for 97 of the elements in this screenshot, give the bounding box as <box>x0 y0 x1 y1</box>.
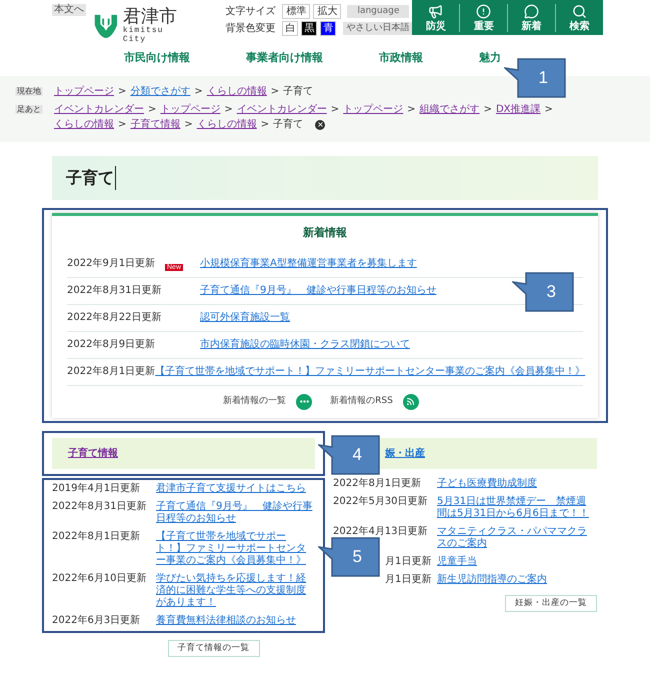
separator-text: > <box>544 103 553 117</box>
article-link[interactable]: 君津市子育て支援サイトはこちら <box>156 482 314 494</box>
article-link[interactable]: 学びたい気持ちを応援します！経済的に困難な学生等への支援制度があります！ <box>156 572 314 608</box>
rss-link[interactable]: 新着情報のRSS <box>330 394 419 410</box>
separator-text: > <box>184 118 193 132</box>
current-page-text: 子育て <box>283 84 314 99</box>
news-title: 新着情報 <box>302 225 348 241</box>
close-icon <box>316 121 324 128</box>
breadcrumb-link[interactable]: 分類でさがす <box>130 84 190 99</box>
article-link[interactable]: 子育て通信『9月号』 健診や行事日程等のお知らせ <box>156 500 314 524</box>
separator-text: > <box>194 85 203 99</box>
breadcrumb-link[interactable]: イベントカレンダー <box>236 102 327 117</box>
breadcrumb-link[interactable]: 組織でさがす <box>420 102 480 117</box>
list-button[interactable]: 子育て情報の一覧 <box>168 640 260 656</box>
update-date: 2022年6月3日更新 <box>52 614 140 626</box>
breadcrumb-label: 現在地 <box>15 87 43 96</box>
news-date: 2022年8月22日更新 <box>67 310 163 325</box>
update-date: 2022年8月1日更新 <box>333 478 422 490</box>
city-roman-name: kimitsu City <box>122 26 164 44</box>
background-color-button[interactable]: 青 <box>320 21 336 36</box>
news-link[interactable]: 子育て通信『9月号』 健診や行事日程等のお知らせ <box>200 283 436 298</box>
separator-text: > <box>484 103 492 117</box>
news-link[interactable]: 認可外保育施設一覧 <box>200 310 290 325</box>
breadcrumb-link[interactable]: くらしの情報 <box>196 117 257 132</box>
font-size-label: 文字サイズ <box>225 4 276 19</box>
callout: 3 <box>512 272 574 312</box>
separator-text: > <box>118 118 126 132</box>
article-link[interactable]: 5月31日は世界禁煙デー 禁煙週間は5月31日から6月6日まで！！ <box>437 496 595 520</box>
breadcrumb-label: 足あと <box>15 105 43 114</box>
separator-text: > <box>148 103 156 117</box>
news-date: 2022年8月9日更新 <box>67 338 156 352</box>
update-date: 2019年4月1日更新 <box>52 482 140 494</box>
article-link[interactable]: 児童手当 <box>437 556 595 568</box>
breadcrumb-link[interactable]: くらしの情報 <box>54 117 114 132</box>
breadcrumb-link[interactable]: DX推進課 <box>496 102 541 117</box>
font-size-button[interactable]: 標準 <box>282 4 310 19</box>
separator-text: > <box>260 118 270 132</box>
chat-icon <box>524 4 540 18</box>
nav-link[interactable]: 魅力 <box>479 50 501 66</box>
article-link[interactable]: 【子育て世帯を地域でサポート！】ファミリーサポートセンター事業のご案内《会員募集中！》 <box>156 530 314 566</box>
callout: 5 <box>318 536 380 576</box>
news-link[interactable]: 市内保育施設の臨時休園・クラス閉鎖について <box>200 337 410 352</box>
easy-japanese-button[interactable]: やさしい日本語 <box>343 22 412 35</box>
megaphone-icon <box>428 4 444 18</box>
breadcrumb-link[interactable]: イベントカレンダー <box>54 102 144 117</box>
background-color-button[interactable]: 白 <box>282 21 298 36</box>
section-title-link[interactable]: 子育て情報 <box>68 446 118 460</box>
nav-link[interactable]: 事業者向け情報 <box>246 50 323 66</box>
update-date: 2022年4月13日更新 <box>333 526 428 538</box>
article-link[interactable]: マタニティクラス・パパママクラスのご案内 <box>437 526 595 550</box>
update-date: 月1日更新 <box>385 574 432 586</box>
page-title: 子育て <box>66 166 116 190</box>
separator-text: > <box>330 103 340 117</box>
language-button[interactable]: language <box>347 5 410 18</box>
article-link[interactable]: 新生児訪問指導のご案内 <box>437 574 595 586</box>
breadcrumb-link[interactable]: トップページ <box>54 84 114 99</box>
callout: 4 <box>318 434 380 474</box>
section-title-link[interactable]: 娠・出産 <box>385 446 425 460</box>
quick-link[interactable]: 防災 <box>412 4 460 32</box>
news-link[interactable]: 【子育て世帯を地域でサポート！】ファミリーサポートセンター事業のご案内《会員募集中！》 <box>155 364 586 379</box>
nav-link[interactable]: 市民向け情報 <box>124 50 190 66</box>
quick-link[interactable]: 重要 <box>459 4 508 32</box>
news-date: 2022年9月1日更新 <box>67 256 156 271</box>
update-date: 月1日更新 <box>385 556 432 568</box>
alert-icon <box>476 4 492 18</box>
news-date: 2022年8月31日更新 <box>67 284 163 298</box>
news-date: 2022年8月1日更新 <box>67 364 156 379</box>
update-date: 2022年8月1日更新 <box>52 530 140 542</box>
list-button[interactable]: 妊娠・出産の一覧 <box>505 594 597 612</box>
font-size-button[interactable]: 拡大 <box>313 4 342 19</box>
close-button[interactable] <box>315 120 326 130</box>
breadcrumb-link[interactable]: トップページ <box>343 102 404 117</box>
update-date: 2022年8月31日更新 <box>52 500 147 512</box>
article-link[interactable]: 子ども医療費助成制度 <box>437 478 595 490</box>
update-date: 2022年6月10日更新 <box>52 572 147 584</box>
article-link[interactable]: 養育費無料法律相談のお知らせ <box>156 614 314 626</box>
separator-text: > <box>270 85 280 99</box>
separator-text: > <box>224 103 233 117</box>
update-date: 2022年5月30日更新 <box>333 496 428 508</box>
news-link[interactable]: 小規模保育事業A型整備運営事業者を募集します <box>200 256 417 271</box>
quick-link[interactable]: 検索 <box>555 4 604 32</box>
nav-link[interactable]: 市政情報 <box>379 50 423 66</box>
background-color-button[interactable]: 黒 <box>301 21 318 36</box>
breadcrumb-link[interactable]: くらしの情報 <box>206 84 267 99</box>
quick-link[interactable]: 新着 <box>507 4 556 32</box>
skip-link[interactable]: 本文へ <box>52 4 86 16</box>
separator-text: > <box>407 103 416 117</box>
background-color-label: 背景色変更 <box>225 22 276 36</box>
rss-icon <box>406 397 416 406</box>
search-icon <box>572 4 588 18</box>
breadcrumb-link[interactable]: トップページ <box>160 102 220 117</box>
news-list-link[interactable]: 新着情報の一覧 <box>223 394 312 410</box>
city-name: 君津市 <box>122 7 178 26</box>
separator-text: > <box>118 85 126 99</box>
callout: 1 <box>504 58 566 98</box>
breadcrumb-link[interactable]: 子育て情報 <box>130 117 180 132</box>
current-page-text: 子育て <box>273 118 304 132</box>
